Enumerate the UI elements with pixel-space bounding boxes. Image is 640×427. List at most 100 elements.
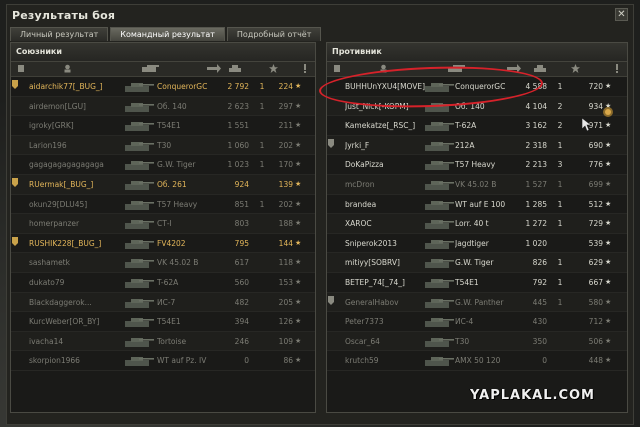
xp-star-icon: ★ [605,238,612,247]
damage-value: 795 [234,238,249,248]
player-name: gagagagagagagaga [29,160,104,170]
player-row[interactable]: sashametk VK 45.02 B 617 118 ★ [11,253,315,273]
damage-value: 1 060 [227,140,249,150]
damage-value: 2 318 [525,140,547,150]
player-row[interactable]: BETEP_74[_74_] T54E1 792 1 667 ★ [327,273,627,293]
damage-value: 430 [532,317,547,327]
vehicle-name: ИС-4 [455,317,474,327]
xp-value: 126 [278,317,293,327]
player-row[interactable]: Larion196 T30 1 060 1 202 ★ [11,135,315,156]
player-row[interactable]: skorpion1966 WT auf Pz. IV 0 86 ★ [11,351,315,371]
tank-icon [425,337,454,347]
xp-value: 539 [588,238,603,248]
player-row[interactable]: aidarchik77[_BUG_] ConquerorGC 2 792 1 224 ★ [11,77,315,97]
alert-column-icon[interactable] [303,64,307,73]
tank-icon [425,141,454,151]
xp-column-icon[interactable] [571,64,580,73]
tab-personal-result[interactable]: Личный результат [10,27,109,41]
platoon-column-icon[interactable] [333,64,341,73]
tab-team-result[interactable]: Командный результат [110,27,225,41]
damage-value: 246 [234,336,249,346]
player-row[interactable]: igroky[GRK] T54E1 1 551 211 ★ [11,116,315,136]
xp-value: 118 [278,258,293,268]
vehicle-column-icon[interactable] [139,64,161,73]
damage-column-icon[interactable] [207,64,221,73]
xp-column-icon[interactable] [269,64,278,73]
player-row[interactable]: RUermak[_BUG_] Об. 261 924 139 ★ [11,174,315,195]
xp-value: 712 [588,317,603,327]
tank-icon [125,102,154,112]
player-row[interactable]: Sniperok2013 Jagdtiger 1 020 539 ★ [327,234,627,254]
player-row[interactable]: gagagagagagagaga G.W. Tiger 1 023 1 170 ★ [11,155,315,175]
player-row[interactable]: brandea WT auf E 100 1 285 1 512 ★ [327,195,627,215]
player-row[interactable]: Jyrki_F 212A 2 318 1 690 ★ [327,135,627,156]
player-row[interactable]: mcDron VK 45.02 B1 527 1 699 ★ [327,174,627,195]
kills-value: 1 [557,140,563,150]
kills-column-icon[interactable] [228,64,242,73]
player-name: ivacha14 [29,336,64,346]
tank-icon [425,122,454,132]
mouse-cursor-icon [582,118,592,132]
damage-value: 2 623 [227,101,249,111]
tab-detailed-report[interactable]: Подробный отчёт [226,27,322,41]
player-row[interactable]: dukato79 T-62A 560 153 ★ [11,273,315,293]
player-row[interactable]: RUSHIK228[_BUG_] FV4202 795 144 ★ [11,234,315,254]
player-row[interactable]: homerpanzer СТ-I 803 188 ★ [11,214,315,234]
player-row[interactable]: GeneralHabov G.W. Panther 445 1 580 ★ [327,292,627,313]
tank-icon [425,180,454,190]
player-row[interactable]: XAROC Lorr. 40 t1 272 1 729 ★ [327,214,627,234]
player-row[interactable]: okun29[DLU45] T57 Heavy 851 1 202 ★ [11,195,315,215]
platoon-icon [328,295,334,305]
kills-column-icon[interactable] [533,64,547,73]
vehicle-name: VK 45.02 B [157,258,199,268]
close-button[interactable]: ✕ [615,8,628,21]
kills-value: 1 [259,140,265,150]
xp-value: 448 [588,356,603,366]
watermark-text: YAPLAKAL.COM [470,388,595,403]
player-row[interactable]: ivacha14 Tortoise 246 109 ★ [11,331,315,352]
xp-value: 629 [588,258,603,268]
kills-value: 2 [557,121,563,131]
window-title: Результаты боя [12,9,116,22]
vehicle-name: T30 [455,336,470,346]
kills-value: 1 [557,277,563,287]
damage-value: 826 [532,258,547,268]
xp-value: 512 [588,199,603,209]
vehicle-name: Об. 140 [157,101,187,111]
xp-value: 153 [278,277,293,287]
player-row[interactable]: mitiyy[SOBRV] G.W. Tiger 826 1 629 ★ [327,253,627,273]
xp-value: 86 [283,356,293,366]
medal-icon[interactable] [602,106,614,118]
xp-star-icon: ★ [605,219,612,228]
xp-value: 205 [278,297,293,307]
vehicle-name: T-62A [157,277,179,287]
vehicle-name: WT auf E 100 [455,199,506,209]
xp-value: 729 [588,219,603,229]
platoon-column-icon[interactable] [17,64,25,73]
player-row[interactable]: airdemon[LGU] Об. 140 2 623 1 297 ★ [11,96,315,117]
tank-icon [425,298,454,308]
tank-icon [125,180,154,190]
platoon-icon [12,80,18,89]
player-column-icon[interactable] [63,64,72,73]
kills-value: 1 [259,101,265,111]
player-name: skorpion1966 [29,356,80,366]
xp-value: 699 [588,179,603,189]
player-row[interactable]: Peter7373 ИС-4 430 712 ★ [327,312,627,332]
vehicle-name: Lorr. 40 t [455,219,489,229]
xp-star-icon: ★ [295,356,302,365]
player-row[interactable]: krutch59 AMX 50 120 0 448 ★ [327,351,627,371]
xp-value: 297 [278,101,293,111]
vehicle-name: ConquerorGC [157,82,208,91]
xp-value: 202 [278,199,293,209]
player-row[interactable]: KurcWeber[OR_BY] T54E1 394 126 ★ [11,312,315,332]
alert-column-icon[interactable] [615,64,619,73]
xp-value: 506 [588,336,603,346]
xp-star-icon: ★ [295,82,302,90]
player-name: igroky[GRK] [29,121,74,131]
player-row[interactable]: Oscar_64 T30 350 506 ★ [327,331,627,352]
player-row[interactable]: DoKaPizza T57 Heavy 2 213 3 776 ★ [327,155,627,175]
damage-value: 445 [532,297,547,307]
player-row[interactable]: Blackdaggerok... ИС-7 482 205 ★ [11,292,315,313]
allies-title: Союзники [11,43,315,62]
